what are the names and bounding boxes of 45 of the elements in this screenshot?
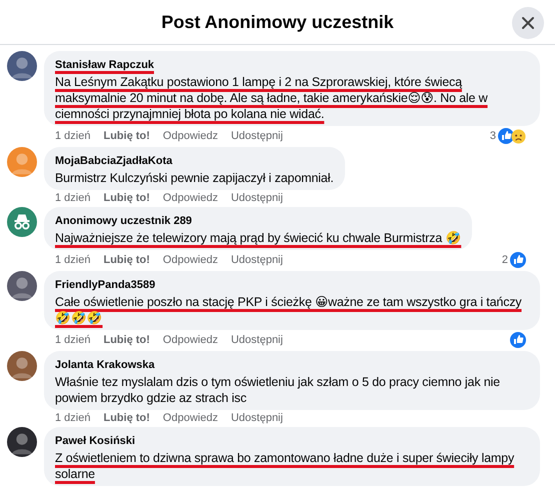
close-button[interactable] bbox=[512, 7, 544, 39]
comment-action-link[interactable]: Odpowiedz bbox=[162, 334, 218, 346]
comment-time[interactable]: 1 dzień bbox=[55, 412, 90, 424]
avatar[interactable] bbox=[7, 51, 37, 81]
comment-author[interactable]: MojaBabciaZjadłaKota bbox=[55, 155, 172, 170]
close-icon bbox=[521, 16, 535, 30]
like-icon[interactable] bbox=[510, 332, 526, 348]
comment-action-link[interactable]: Odpowiedz bbox=[162, 412, 218, 424]
comment-action-link[interactable]: Udostępnij bbox=[230, 412, 283, 424]
comment-time[interactable]: 1 dzień bbox=[55, 130, 90, 142]
incognito-avatar[interactable] bbox=[7, 207, 37, 237]
avatar[interactable] bbox=[7, 271, 37, 301]
like-icon[interactable] bbox=[510, 252, 526, 268]
comment-action-link[interactable]: Lubię to! bbox=[103, 130, 150, 142]
comment-action-link[interactable]: Odpowiedz bbox=[162, 254, 218, 266]
like-icon[interactable] bbox=[498, 128, 514, 144]
sad-emoji-icon[interactable] bbox=[511, 128, 526, 144]
comment-time[interactable]: 1 dzień bbox=[55, 334, 90, 346]
reaction-count[interactable]: 2 bbox=[502, 254, 508, 266]
comment-text: Właśnie tez myslalam dzis o tym oświetleniu jak szłam o 5 do pracy ciemno jak nie powiem brzydko gdzie az strach isc bbox=[55, 374, 501, 406]
comment-time[interactable]: 1 dzień bbox=[55, 254, 90, 266]
comment-action-link[interactable]: Odpowiedz bbox=[162, 192, 218, 204]
comment-action-link[interactable]: Udostępnij bbox=[230, 192, 283, 204]
comment-author[interactable]: Paweł Kosiński bbox=[55, 435, 136, 450]
comment-action-link[interactable]: Lubię to! bbox=[103, 412, 150, 424]
reaction-count[interactable]: 3 bbox=[490, 130, 496, 142]
comment-text: Całe oświetlenie poszło na stację PKP i ścieżkę 😀ważne ze tam wszystko gra i tańczy 🤣🤣🤣 bbox=[55, 294, 523, 326]
comment-action-link[interactable]: Lubię to! bbox=[103, 254, 150, 266]
comment-author[interactable]: Jolanta Krakowska bbox=[55, 359, 155, 374]
comment-author[interactable]: Stanisław Rapczuk bbox=[55, 59, 154, 74]
comment-action-link[interactable]: Odpowiedz bbox=[162, 130, 218, 142]
comment-time[interactable]: 1 dzień bbox=[55, 192, 90, 204]
comment-action-link[interactable]: Udostępnij bbox=[230, 254, 283, 266]
avatar[interactable] bbox=[7, 427, 37, 457]
comment-action-link[interactable]: Udostępnij bbox=[230, 334, 283, 346]
dialog-title: Post Anonimowy uczestnik bbox=[161, 12, 394, 32]
comment-text: Na Leśnym Zakątku postawiono 1 lampę i 2 na Szprorawskiej, które świecą maksymalnie 20 minut na dobę. Ale są ładne, takie amerykańskie😌😰. No ale w ciemności przynajmniej błota po kolana nie widać. bbox=[55, 74, 489, 122]
comment-text: Burmistrz Kulczyński pewnie zapijaczył i zapomniał. bbox=[55, 170, 334, 186]
comment-action-link[interactable]: Lubię to! bbox=[103, 334, 150, 346]
comment-text: Z oświetleniem to dziwna sprawa bo zamontowano ładne duże i super świeciły lampy solarne bbox=[55, 450, 516, 482]
comment-action-link[interactable]: Udostępnij bbox=[230, 130, 283, 142]
comment-text: Najważniejsze że telewizory mają prąd by świecić ku chwale Burmistrza 🤣 bbox=[55, 230, 462, 246]
comment-author[interactable]: FriendlyPanda3589 bbox=[55, 279, 156, 294]
comment-action-link[interactable]: Lubię to! bbox=[103, 192, 150, 204]
comment-author[interactable]: Anonimowy uczestnik 289 bbox=[55, 215, 192, 230]
